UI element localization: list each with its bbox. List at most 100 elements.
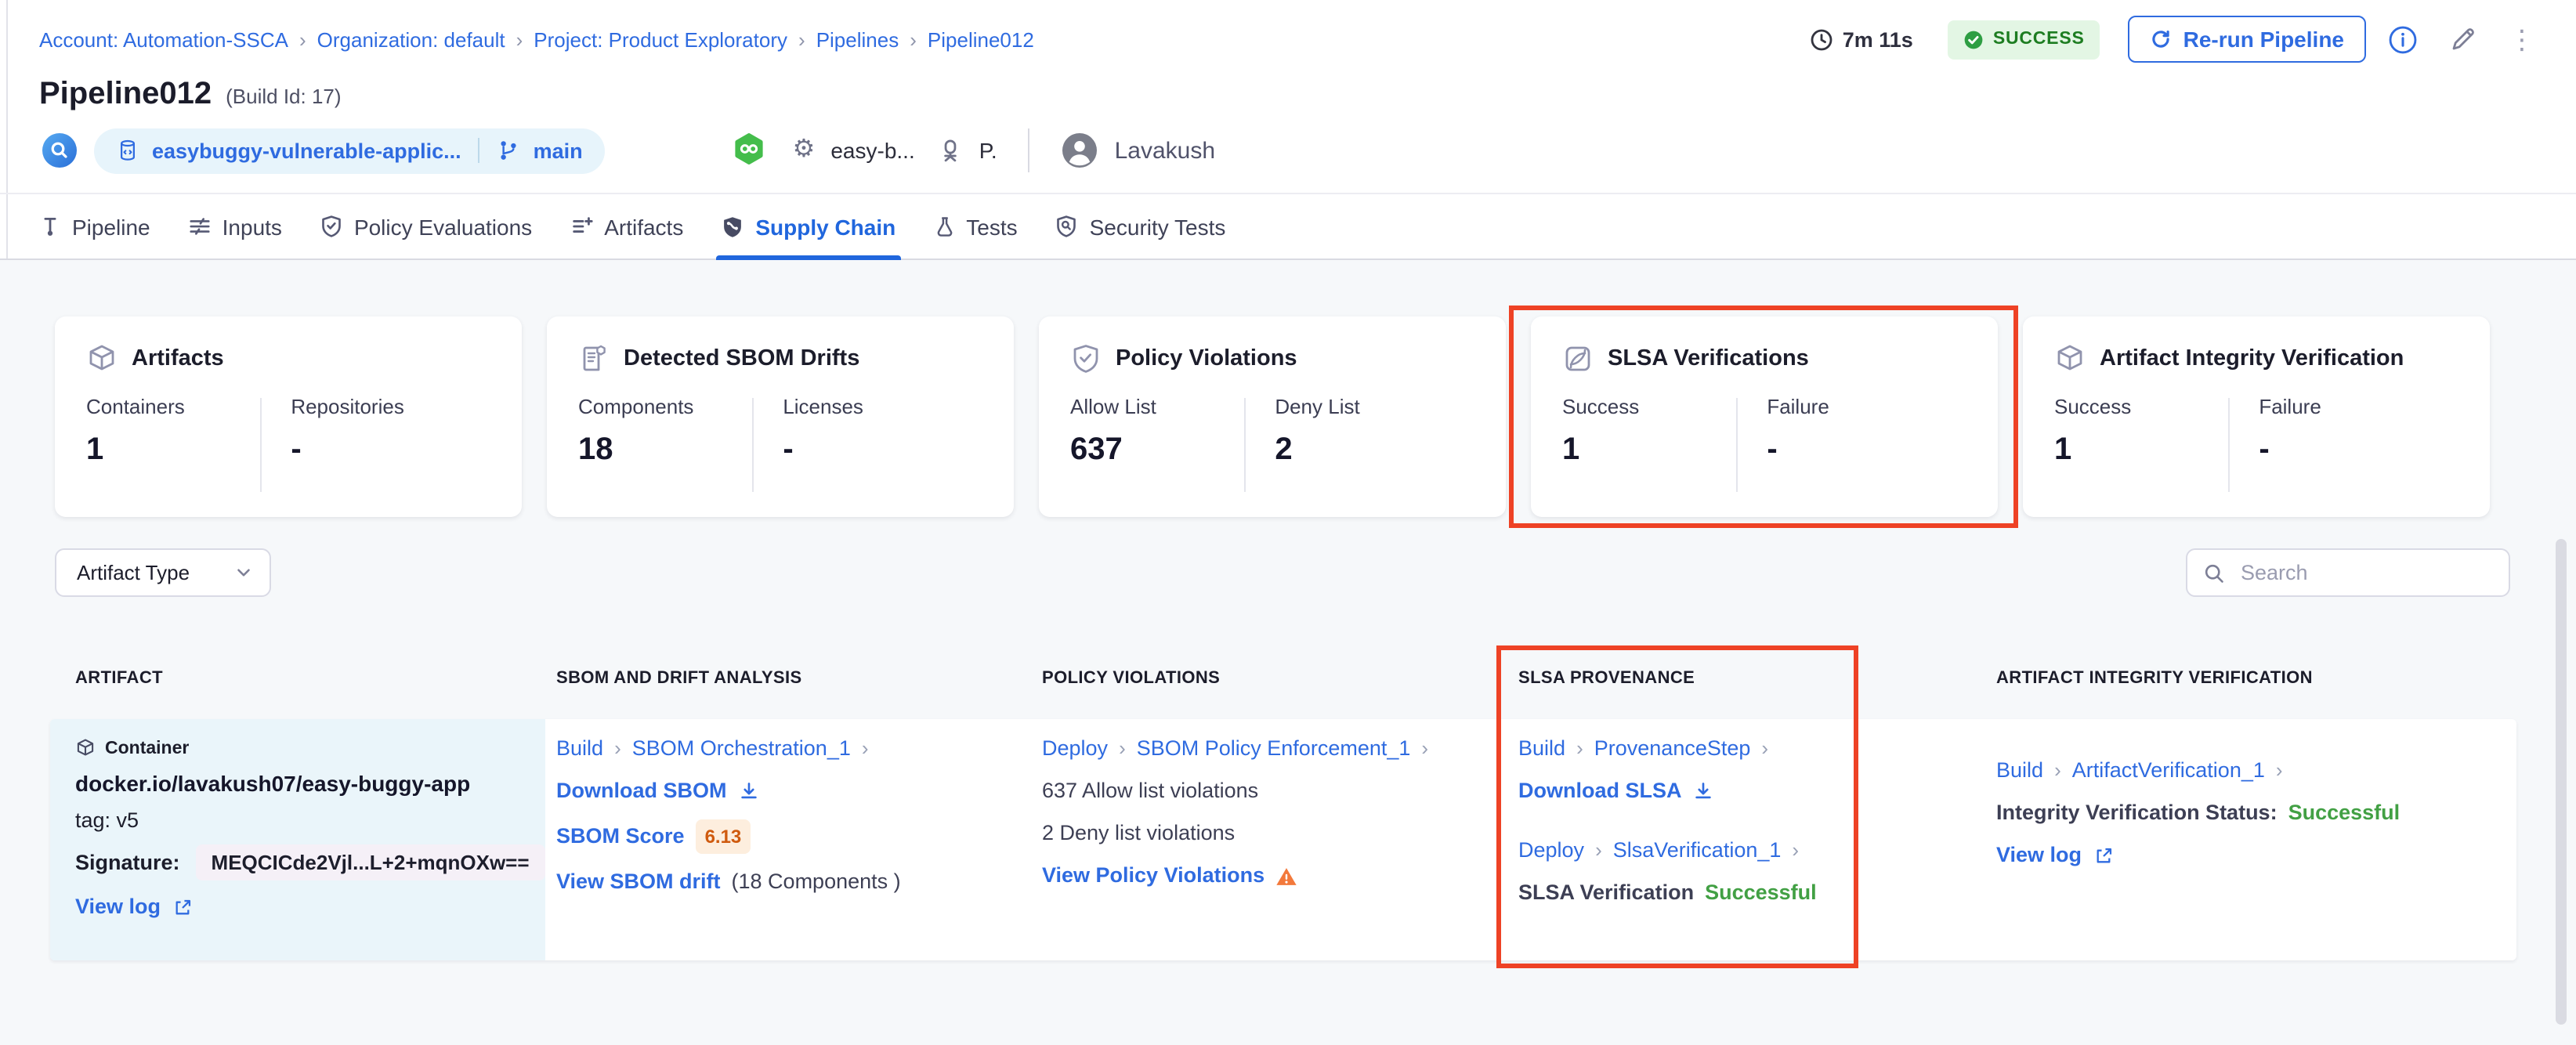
user-name: Lavakush	[1114, 137, 1216, 164]
card-divider	[260, 398, 262, 492]
search-input[interactable]	[2238, 559, 2495, 586]
user-avatar-icon	[1062, 132, 1099, 169]
summary-cards: Artifacts Containers 1 Repositories - Dete…	[55, 316, 2490, 517]
info-icon[interactable]	[2388, 24, 2418, 54]
breadcrumb-pipelines[interactable]: Pipelines	[816, 27, 899, 51]
signature-value[interactable]: MEQCICde2Vjl...L+2+mqnOXw==	[195, 844, 545, 880]
card-divider	[1736, 398, 1738, 492]
security-shield-search-icon	[1055, 215, 1079, 238]
card-title: Artifact Integrity Verification	[2100, 346, 2404, 371]
deny-list-violations: 2 Deny list violations	[1042, 821, 1236, 844]
card-artifacts: Artifacts Containers 1 Repositories -	[55, 316, 522, 517]
artifact-type-dropdown[interactable]: Artifact Type	[55, 548, 271, 597]
branch-name: main	[533, 139, 583, 162]
artifact-view-log-link[interactable]: View log	[75, 893, 520, 921]
trigger-avatar-icon	[42, 133, 77, 168]
status-text: SUCCESS	[1992, 30, 2085, 49]
card-sbom-drifts: Detected SBOM Drifts Components 18 Licens…	[547, 316, 1014, 517]
step-link[interactable]: ProvenanceStep	[1594, 735, 1751, 763]
tab-supply-chain[interactable]: Supply Chain	[716, 194, 902, 260]
external-link-icon	[175, 899, 190, 914]
step-link[interactable]: SBOM Orchestration_1	[632, 735, 851, 763]
meta-right: ⚙ easy-b... P. Lavakush	[730, 128, 1215, 172]
slsa-cell: Build › ProvenanceStep › Download SLSA D…	[1518, 735, 1887, 907]
header: Account: Automation-SSCA › Organization:…	[0, 0, 2576, 260]
download-icon	[740, 783, 757, 799]
service-gear-icon: ⚙	[792, 136, 816, 163]
vertical-scrollbar[interactable]	[2556, 539, 2567, 1025]
stage-link[interactable]: Build	[556, 735, 603, 763]
integrity-cell: Build › ArtifactVerification_1 › Integri…	[1996, 757, 2466, 870]
tab-label: Pipeline	[72, 214, 150, 239]
card-slsa-verifications: SLSA Verifications Success 1 Failure -	[1531, 316, 1998, 517]
view-sbom-drift-link[interactable]: View SBOM drift	[556, 868, 721, 896]
warning-triangle-icon	[1276, 867, 1297, 884]
container-cube-icon	[77, 739, 94, 756]
view-log-label: View log	[75, 895, 161, 918]
rerun-pipeline-button[interactable]: Re-run Pipeline	[2128, 16, 2366, 63]
download-slsa-link[interactable]: Download SLSA	[1518, 777, 1887, 805]
metric-label: Failure	[2259, 395, 2321, 418]
supply-chain-content: Artifacts Containers 1 Repositories - Dete…	[0, 260, 2576, 1045]
package-cube-icon	[86, 343, 118, 374]
page-title: Pipeline012	[39, 77, 212, 111]
pipeline-icon	[39, 215, 61, 238]
column-header-slsa: SLSA PROVENANCE	[1518, 669, 1695, 688]
view-policy-violations-link[interactable]: View Policy Violations	[1042, 862, 1512, 890]
tab-security-tests[interactable]: Security Tests	[1055, 194, 1226, 259]
download-sbom-link[interactable]: Download SBOM	[556, 777, 1026, 805]
tab-label: Security Tests	[1089, 214, 1226, 239]
tab-artifacts[interactable]: Artifacts	[570, 194, 683, 259]
metric-value: -	[291, 432, 302, 467]
chevron-right-icon: ›	[298, 27, 306, 51]
tab-label: Policy Evaluations	[353, 214, 533, 239]
tab-label: Supply Chain	[755, 214, 896, 239]
breadcrumb-organization[interactable]: Organization: default	[317, 27, 505, 51]
artifacts-list-icon	[570, 215, 593, 238]
edit-pencil-icon[interactable]	[2449, 25, 2477, 53]
stage-link[interactable]: Deploy	[1042, 735, 1108, 763]
artifact-type-label: Artifact Type	[77, 561, 190, 584]
integrity-view-log-link[interactable]: View log	[1996, 841, 2466, 870]
metric-label: Repositories	[291, 395, 404, 418]
kebab-menu-icon[interactable]: ⋮	[2509, 26, 2535, 52]
tab-tests[interactable]: Tests	[933, 194, 1018, 259]
slsa-icon	[1562, 343, 1594, 374]
tab-policy-evaluations[interactable]: Policy Evaluations	[320, 194, 532, 259]
stage-link[interactable]: Build	[1518, 735, 1565, 763]
view-log-label: View log	[1996, 843, 2082, 866]
step-link[interactable]: SlsaVerification_1	[1613, 837, 1782, 865]
allow-list-violations: 637 Allow list violations	[1042, 779, 1259, 802]
shield-check-icon	[320, 215, 343, 238]
chevron-right-icon: ›	[2054, 758, 2061, 782]
stage-link[interactable]: Deploy	[1518, 837, 1584, 865]
integrity-status-value: Successful	[2288, 801, 2401, 824]
breadcrumb-project[interactable]: Project: Product Exploratory	[534, 27, 787, 51]
column-header-sbom: SBOM AND DRIFT ANALYSIS	[556, 669, 802, 688]
build-id: (Build Id: 17)	[226, 85, 342, 108]
stage-link[interactable]: Build	[1996, 757, 2043, 785]
breadcrumb-account[interactable]: Account: Automation-SSCA	[39, 27, 288, 51]
policy-cell: Deploy › SBOM Policy Enforcement_1 › 637…	[1042, 735, 1512, 890]
repo-pill[interactable]: easybuggy-vulnerable-applic... main	[94, 128, 605, 173]
tab-pipeline[interactable]: Pipeline	[39, 194, 150, 259]
card-title: Artifacts	[132, 346, 224, 371]
service-name[interactable]: easy-b...	[830, 138, 914, 163]
tab-inputs[interactable]: Inputs	[188, 194, 282, 259]
environment-name[interactable]: P.	[979, 138, 997, 163]
signature-label: Signature:	[75, 851, 180, 874]
metric-value: 2	[1275, 432, 1293, 467]
breadcrumb-pipeline012[interactable]: Pipeline012	[928, 27, 1034, 51]
step-link[interactable]: SBOM Policy Enforcement_1	[1137, 735, 1411, 763]
step-link[interactable]: ArtifactVerification_1	[2072, 757, 2265, 785]
pill-divider	[478, 138, 480, 163]
chevron-right-icon: ›	[798, 27, 805, 51]
sbom-score-link[interactable]: SBOM Score	[556, 823, 685, 851]
page: Account: Automation-SSCA › Organization:…	[0, 0, 2576, 1045]
tab-bar: Pipeline Inputs Policy Evaluations Artif…	[0, 193, 2576, 260]
refresh-icon	[2151, 28, 2173, 50]
card-title: Policy Violations	[1116, 346, 1297, 371]
view-policy-violations-label: View Policy Violations	[1042, 863, 1265, 887]
meta-divider	[1028, 128, 1030, 172]
